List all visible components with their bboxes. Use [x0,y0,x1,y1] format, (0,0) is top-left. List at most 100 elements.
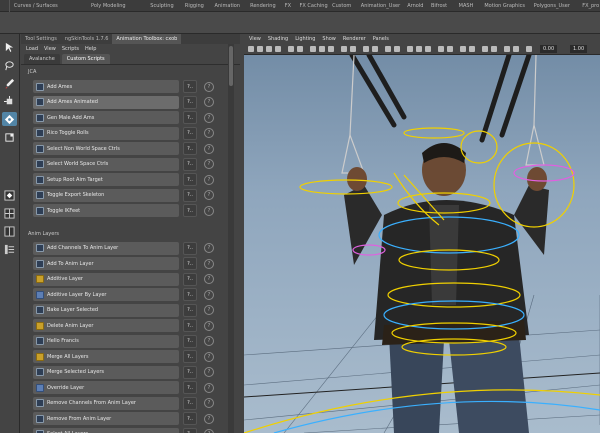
vp-menu-shading[interactable]: Shading [268,36,288,42]
script-button[interactable]: Rico Toggle Rolls [33,126,179,140]
shelf-tab-animation[interactable]: Animation [215,0,251,11]
script-button[interactable]: Gen Male Add Ams [33,111,179,124]
menu-help[interactable]: Help [85,46,96,52]
help-icon[interactable]: ? [204,159,214,169]
script-button[interactable]: Bake Layer Selected [33,303,179,317]
script-button[interactable]: Delete Anim Layer [33,319,179,332]
script-button[interactable]: Hello Francis [33,334,179,348]
help-icon[interactable]: ? [204,429,214,433]
help-icon[interactable]: ? [204,336,214,346]
move-tool-icon[interactable] [2,94,17,108]
vp-menu-panels[interactable]: Panels [373,36,389,42]
shelf-tab-rigging[interactable]: Rigging [185,0,215,11]
script-button[interactable]: Additive Layer [33,272,179,286]
script-options-button[interactable]: ?.. [183,111,197,124]
script-button[interactable]: Select Non World Space Ctrls [33,142,179,155]
vp-menu-renderer[interactable]: Renderer [343,36,366,42]
help-icon[interactable]: ? [204,243,214,253]
tab-animation-toolbox[interactable]: Animation Toolbox: cxob [112,34,182,44]
shelf-tab-custom[interactable]: Custom [332,0,361,11]
select-tool-icon[interactable] [2,40,17,54]
script-options-button[interactable]: ?.. [183,381,197,394]
layout-side-icon[interactable] [2,224,17,238]
vp-menu-show[interactable]: Show [322,36,336,42]
paint-tool-icon[interactable] [2,76,17,90]
script-options-button[interactable]: ?.. [183,173,197,186]
script-options-button[interactable]: ?.. [183,95,197,109]
script-options-button[interactable]: ?.. [183,319,197,332]
subtab-avalanche[interactable]: Avalanche [24,54,60,64]
help-icon[interactable]: ? [204,258,214,269]
shelf-tab-rendering[interactable]: Rendering [250,0,285,11]
scrollbar-thumb[interactable] [229,46,233,86]
help-icon[interactable]: ? [204,190,214,200]
help-icon[interactable]: ? [204,320,214,331]
script-options-button[interactable]: ?.. [183,188,197,202]
scene-view[interactable] [244,55,600,433]
script-list-scrollbar[interactable] [228,44,234,433]
script-options-button[interactable]: ?.. [183,157,197,171]
script-options-button[interactable]: ?.. [183,204,197,217]
shelf-handle[interactable] [0,0,10,12]
script-button[interactable]: Override Layer [33,381,179,394]
script-options-button[interactable]: ?.. [183,80,197,93]
script-options-button[interactable]: ?.. [183,272,197,286]
help-icon[interactable]: ? [204,351,214,362]
script-options-button[interactable]: ?.. [183,365,197,379]
script-button[interactable]: Add Channels To Anim Layer [33,241,179,255]
menu-view[interactable]: View [44,46,56,52]
shelf-tab-sculpting[interactable]: Sculpting [150,0,185,11]
script-button[interactable]: Additive Layer By Layer [33,288,179,301]
menu-load[interactable]: Load [26,46,38,52]
shelf-tab-curves-surfaces[interactable]: Curves / Surfaces [14,0,91,11]
exposure-field[interactable]: 0.00 [540,45,558,53]
script-options-button[interactable]: ?.. [183,303,197,317]
script-button[interactable]: Merge Selected Layers [33,365,179,379]
script-options-button[interactable]: ?.. [183,241,197,255]
script-button[interactable]: Select All Layers [33,427,179,433]
tab-ngskintools[interactable]: ngSkinTools 1.7.6 [61,34,113,44]
script-options-button[interactable]: ?.. [183,257,197,270]
help-icon[interactable]: ? [204,382,214,393]
script-button[interactable]: Toggle Export Skeleton [33,188,179,202]
shelf-tab-motion-graphics[interactable]: Motion Graphics [484,0,533,11]
shelf-tab-mash[interactable]: MASH [459,0,485,11]
script-button[interactable]: Select World Space Ctrls [33,157,179,171]
shelf-tab-fx-caching[interactable]: FX Caching [300,0,333,11]
shelf-tab-fx-pro[interactable]: FX_pro [582,0,600,11]
shelf-tab-arnold[interactable]: Arnold [407,0,431,11]
shelf-tab-polygons-user[interactable]: Polygons_User [534,0,582,11]
script-button[interactable]: Add Ames [33,80,179,93]
shelf-tab-poly-modeling[interactable]: Poly Modeling [91,0,150,11]
help-icon[interactable]: ? [204,289,214,300]
layout-four-icon[interactable] [2,206,17,220]
script-button[interactable]: Toggle IKFeet [33,204,179,217]
help-icon[interactable]: ? [204,367,214,377]
rotate-tool-icon[interactable] [2,112,17,126]
tab-tool-settings[interactable]: Tool Settings [21,34,61,44]
shelf-tab-fx[interactable]: FX [285,0,300,11]
script-button[interactable]: Add To Anim Layer [33,257,179,270]
script-button[interactable]: Remove From Anim Layer [33,412,179,425]
help-icon[interactable]: ? [204,305,214,315]
help-icon[interactable]: ? [204,143,214,154]
script-button[interactable]: Setup Root Aim Target [33,173,179,186]
subtab-custom-scripts[interactable]: Custom Scripts [61,54,110,64]
lasso-tool-icon[interactable] [2,58,17,72]
help-icon[interactable]: ? [204,97,214,107]
script-button[interactable]: Merge All Layers [33,350,179,363]
outliner-layout-icon[interactable] [2,242,17,256]
menu-scripts[interactable]: Scripts [62,46,79,52]
script-options-button[interactable]: ?.. [183,350,197,363]
scale-tool-icon[interactable] [2,130,17,144]
script-options-button[interactable]: ?.. [183,412,197,425]
shelf-tab-animation-user[interactable]: Animation_User [361,0,407,11]
help-icon[interactable]: ? [204,398,214,408]
script-options-button[interactable]: ?.. [183,288,197,301]
script-options-button[interactable]: ?.. [183,427,197,433]
help-icon[interactable]: ? [204,128,214,138]
script-options-button[interactable]: ?.. [183,334,197,348]
help-icon[interactable]: ? [204,112,214,123]
help-icon[interactable]: ? [204,274,214,284]
layout-single-icon[interactable] [2,188,17,202]
